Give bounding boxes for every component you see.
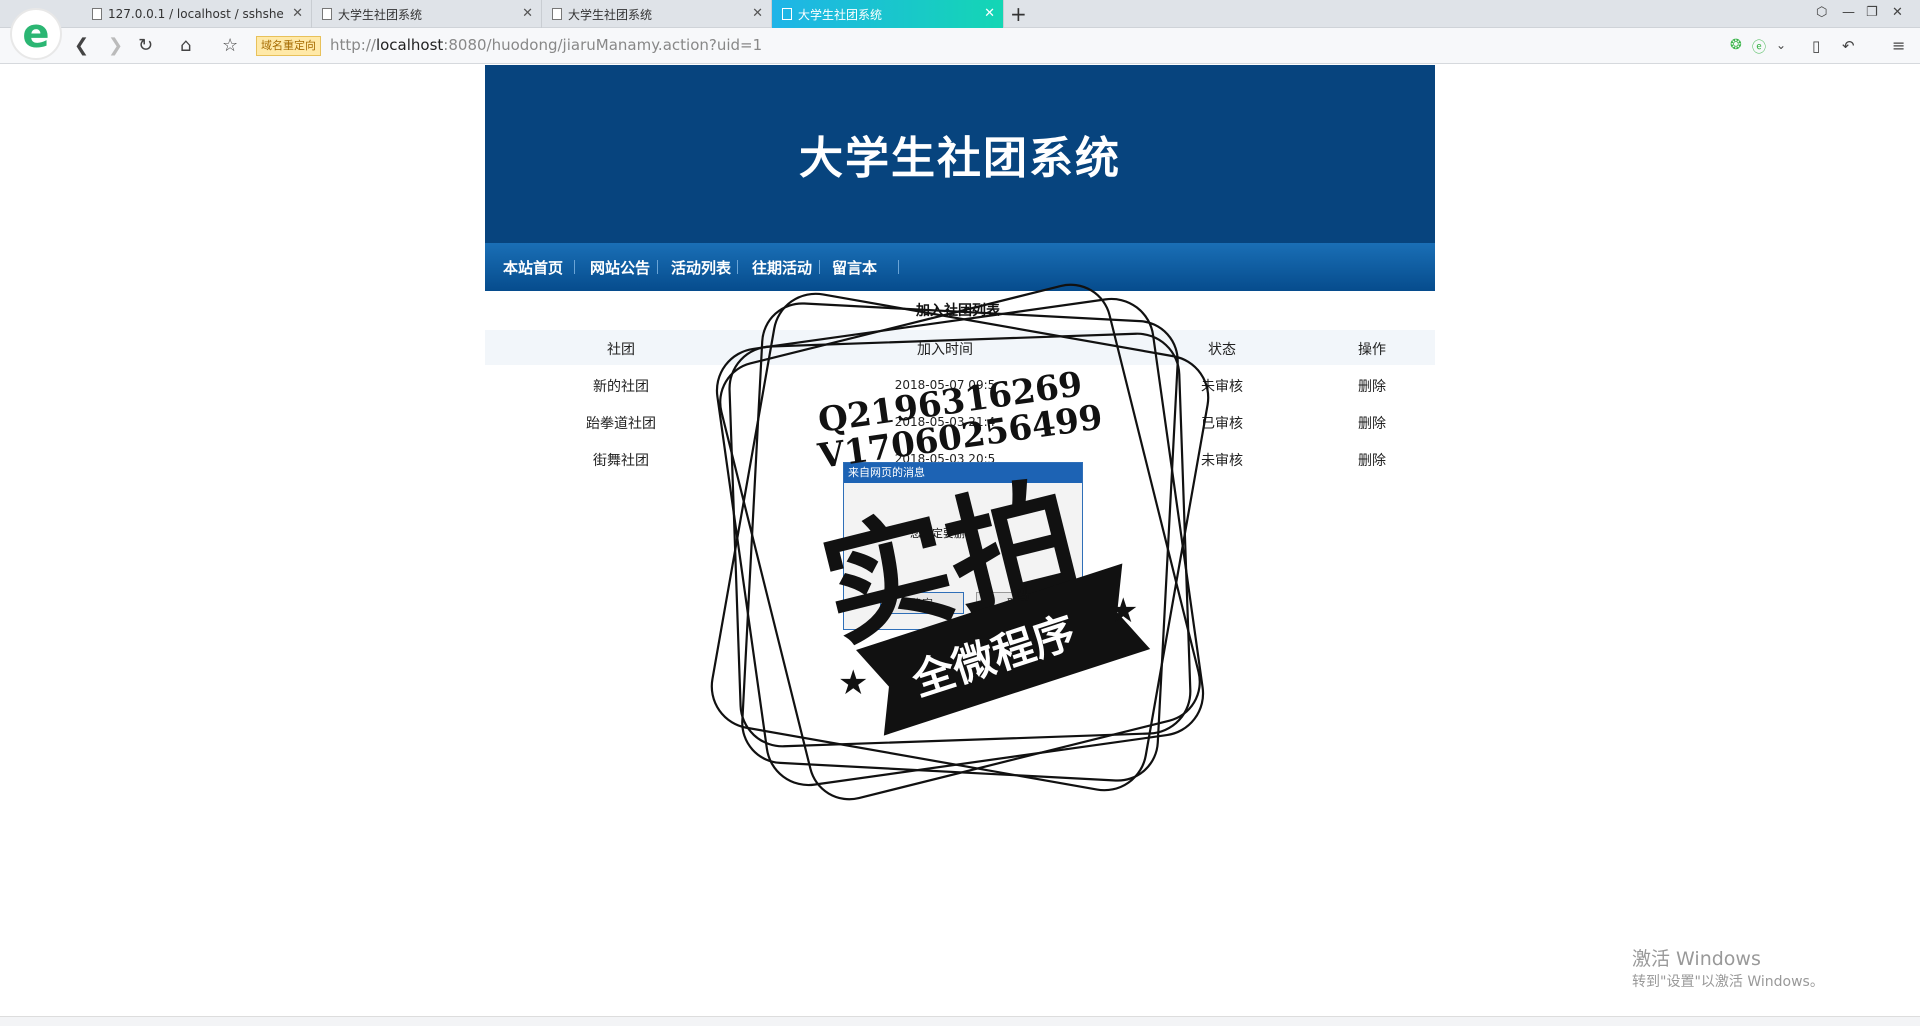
- nav-home[interactable]: 本站首页: [503, 257, 563, 278]
- star-icon: ★: [1108, 591, 1138, 631]
- extension-icon[interactable]: ❂: [1730, 37, 1742, 53]
- skin-icon[interactable]: ⬡: [1816, 5, 1827, 20]
- nav-divider: [819, 260, 820, 274]
- new-tab-button[interactable]: +: [1010, 2, 1027, 26]
- undo-icon[interactable]: ↶: [1842, 37, 1855, 55]
- document-icon: [322, 8, 332, 20]
- nav-activity-list[interactable]: 活动列表: [671, 257, 731, 278]
- cell-status: 已审核: [1201, 416, 1243, 432]
- tab-label: 大学生社团系统: [338, 7, 423, 22]
- nav-divider: [574, 260, 575, 274]
- document-icon: [782, 8, 792, 20]
- close-tab-icon[interactable]: ✕: [292, 6, 303, 21]
- tab-label: 127.0.0.1 / localhost / sshshe: [108, 7, 284, 21]
- cell-club: 跆拳道社团: [586, 416, 656, 432]
- url-host: localhost: [375, 36, 444, 54]
- close-tab-icon[interactable]: ✕: [522, 6, 533, 21]
- windows-activation-title: 激活 Windows: [1632, 948, 1761, 970]
- windows-activation-hint: 转到"设置"以激活 Windows。: [1632, 974, 1824, 990]
- site-title: 大学生社团系统: [799, 133, 1121, 184]
- nav-divider: [898, 260, 899, 274]
- nav-divider: [657, 260, 658, 274]
- delete-link[interactable]: 删除: [1358, 376, 1386, 396]
- document-icon: [552, 8, 562, 20]
- menu-icon[interactable]: ≡: [1892, 36, 1905, 55]
- browser-tab-active[interactable]: 大学生社团系统 ✕: [772, 0, 1004, 28]
- redirect-badge: 域名重定向: [256, 36, 321, 56]
- header-action: 操作: [1358, 342, 1386, 358]
- tab-label: 大学生社团系统: [798, 7, 883, 22]
- table-header: 社团 加入时间 状态 操作: [485, 330, 1435, 365]
- nav-guestbook[interactable]: 留言本: [832, 257, 877, 278]
- url-path: :8080/huodong/jiaruManamy.action?uid=1: [443, 36, 763, 54]
- tab-label: 大学生社团系统: [568, 7, 653, 22]
- chevron-down-icon[interactable]: ⌄: [1776, 38, 1786, 52]
- table-row: 跆拳道社团 2018-05-03 21:4 已审核 删除: [485, 404, 1435, 440]
- tab-bar: 127.0.0.1 / localhost / sshshe ✕ 大学生社团系统…: [0, 0, 1920, 28]
- nav-announcements[interactable]: 网站公告: [590, 257, 650, 278]
- url-field[interactable]: http://localhost:8080/huodong/jiaruManam…: [330, 36, 762, 54]
- cell-club: 街舞社团: [593, 453, 649, 469]
- cell-status: 未审核: [1201, 453, 1243, 469]
- cell-club: 新的社团: [593, 379, 649, 395]
- back-icon[interactable]: ❮: [74, 35, 89, 56]
- dialog-message: 您确定要删除: [910, 527, 976, 540]
- home-icon[interactable]: ⌂: [180, 35, 191, 56]
- close-tab-icon[interactable]: ✕: [984, 6, 995, 21]
- nav-divider: [737, 260, 738, 274]
- close-tab-icon[interactable]: ✕: [752, 6, 763, 21]
- ok-button[interactable]: 确定: [880, 592, 964, 614]
- forward-icon[interactable]: ❯: [108, 35, 123, 56]
- cell-status: 未审核: [1201, 379, 1243, 395]
- browser-tab-3[interactable]: 大学生社团系统 ✕: [542, 0, 772, 28]
- delete-link[interactable]: 删除: [1358, 413, 1386, 433]
- confirm-dialog: 来自网页的消息 您确定要删除 确定 取消: [843, 462, 1083, 630]
- list-title: 加入社团列表: [916, 303, 1000, 319]
- star-icon: ★: [838, 663, 868, 703]
- restore-icon[interactable]: ❐: [1866, 5, 1878, 20]
- nav-past-activities[interactable]: 往期活动: [752, 257, 812, 278]
- cell-join-time: 2018-05-07 09:5: [894, 378, 996, 392]
- main-nav: 本站首页 网站公告 活动列表 往期活动 留言本: [485, 243, 1435, 291]
- header-status: 状态: [1208, 342, 1236, 358]
- document-icon: [92, 8, 102, 20]
- ie-mode-icon[interactable]: ⓔ: [1752, 37, 1766, 57]
- table-row: 新的社团 2018-05-07 09:5 未审核 删除: [485, 367, 1435, 403]
- delete-link[interactable]: 删除: [1358, 450, 1386, 470]
- browser-tab-2[interactable]: 大学生社团系统 ✕: [312, 0, 542, 28]
- minimize-icon[interactable]: —: [1842, 5, 1855, 20]
- site-banner: 大学生社团系统: [485, 65, 1435, 243]
- favorite-star-icon[interactable]: ☆: [222, 35, 238, 56]
- reload-icon[interactable]: ↻: [138, 35, 153, 56]
- reading-icon[interactable]: ▯: [1812, 37, 1820, 55]
- cancel-button[interactable]: 取消: [976, 592, 1060, 614]
- header-club: 社团: [607, 342, 635, 358]
- browser-logo: e: [10, 8, 62, 60]
- status-bar: [0, 1016, 1920, 1026]
- cell-join-time: 2018-05-03 21:4: [894, 415, 996, 429]
- browser-tab-1[interactable]: 127.0.0.1 / localhost / sshshe ✕: [82, 0, 312, 28]
- close-window-icon[interactable]: ✕: [1892, 5, 1903, 20]
- address-bar: ❮ ❯ ↻ ⌂ ☆ 域名重定向 http://localhost:8080/hu…: [0, 28, 1920, 64]
- url-prefix: http://: [330, 36, 376, 54]
- dialog-title: 来自网页的消息: [844, 463, 1082, 483]
- header-join-time: 加入时间: [917, 342, 973, 358]
